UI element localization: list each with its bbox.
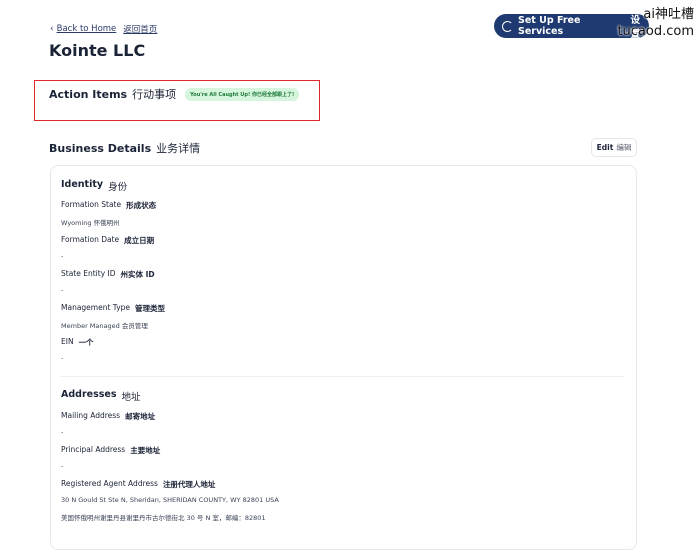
identity-section-title: Identity 身份	[61, 179, 127, 193]
mailing-address-label-cn: 邮寄地址	[125, 412, 156, 421]
principal-address-value: -	[61, 462, 64, 470]
watermark-line1: ai神吐槽	[643, 7, 694, 22]
addresses-title-cn: 地址	[121, 392, 141, 403]
section-divider	[61, 376, 624, 377]
edit-label-cn: 编辑	[616, 143, 632, 152]
business-details-heading: Business Details 业务详情	[49, 140, 200, 156]
addresses-title: Addresses	[61, 389, 117, 400]
formation-state-value: Wyoming 怀俄明州	[61, 219, 120, 227]
edit-button[interactable]: Edit 编辑	[591, 138, 637, 157]
ein-label-cn: 一个	[78, 338, 94, 347]
state-entity-id-label-en: State Entity ID	[61, 269, 116, 278]
registered-agent-address-label-en: Registered Agent Address	[61, 479, 158, 488]
ein-label-en: EIN	[61, 337, 74, 346]
state-entity-id-label-cn: 州实体 ID	[120, 270, 155, 279]
management-type-label-cn: 管理类型	[135, 304, 166, 313]
business-details-title-cn: 业务详情	[156, 142, 201, 155]
principal-address-label-en: Principal Address	[61, 445, 126, 454]
mailing-address-value: -	[61, 428, 64, 436]
back-to-home-label: Back to Home	[56, 24, 117, 34]
action-items-title: Action Items	[49, 87, 128, 101]
registered-agent-address-value: 30 N Gould St Ste N, Sheridan, SHERIDAN …	[61, 496, 279, 504]
watermark: ai神吐槽 tucaod.com	[617, 6, 694, 40]
addresses-section-title: Addresses 地址	[61, 389, 141, 403]
principal-address-label-cn: 主要地址	[130, 446, 161, 455]
back-to-home-link[interactable]: ‹ Back to Home 返回首页	[50, 23, 157, 35]
formation-state-label-cn: 形成状态	[126, 201, 157, 210]
formation-state-label-en: Formation State	[61, 200, 122, 209]
principal-address-label: Principal Address 主要地址	[61, 445, 160, 456]
identity-title: Identity	[61, 179, 104, 190]
edit-label: Edit	[596, 143, 614, 152]
state-entity-id-value: -	[61, 286, 64, 294]
formation-state-label: Formation State 形成状态	[61, 200, 156, 211]
formation-date-label-en: Formation Date	[61, 235, 120, 244]
spinner-icon	[502, 20, 513, 32]
management-type-label-en: Management Type	[61, 303, 131, 312]
management-type-value: Member Managed 会员管理	[61, 322, 148, 330]
back-to-home-label-cn: 返回首页	[123, 25, 158, 35]
registered-agent-address-label: Registered Agent Address 注册代理人地址	[61, 479, 215, 490]
watermark-line2: tucaod.com	[617, 24, 694, 39]
mailing-address-label-en: Mailing Address	[61, 411, 121, 420]
mailing-address-label: Mailing Address 邮寄地址	[61, 411, 155, 422]
registered-agent-address-label-cn: 注册代理人地址	[162, 480, 216, 489]
ein-value: -	[61, 354, 64, 362]
formation-date-label: Formation Date 成立日期	[61, 235, 154, 246]
formation-date-value: -	[61, 252, 64, 260]
action-items-heading: Action Items 行动事项 You're All Caught Up! …	[49, 86, 300, 102]
status-badge: You're All Caught Up! 你已经全部跟上了!	[185, 87, 300, 101]
registered-agent-address-value-cn: 美国怀俄明州谢里丹县谢里丹市古尔德街北 30 号 N 室，邮编：82801	[61, 514, 266, 522]
business-details-card	[50, 165, 637, 550]
management-type-label: Management Type 管理类型	[61, 303, 165, 314]
state-entity-id-label: State Entity ID 州实体 ID	[61, 269, 155, 280]
chevron-left-icon: ‹	[50, 24, 54, 34]
formation-date-label-cn: 成立日期	[124, 236, 155, 245]
ein-label: EIN 一个	[61, 337, 94, 348]
action-items-title-cn: 行动事项	[132, 88, 177, 101]
identity-title-cn: 身份	[108, 182, 128, 193]
business-details-title: Business Details	[49, 141, 152, 155]
setup-free-services-label: Set Up Free Services	[518, 15, 581, 37]
page-title: Kointe LLC	[49, 41, 146, 60]
